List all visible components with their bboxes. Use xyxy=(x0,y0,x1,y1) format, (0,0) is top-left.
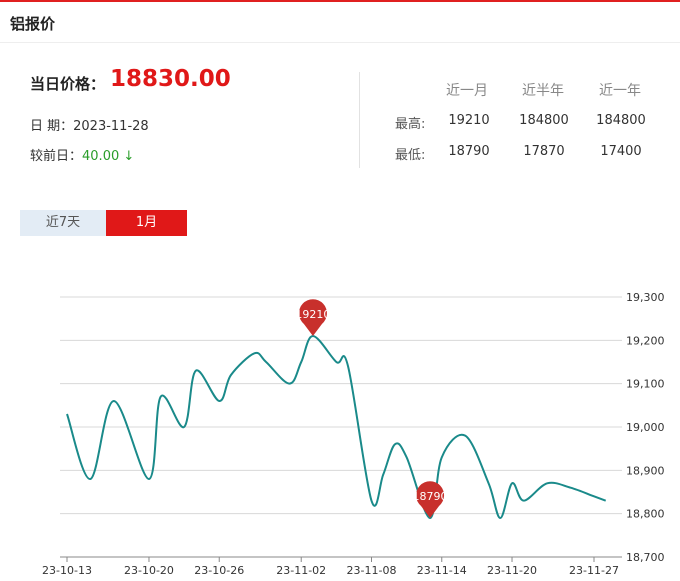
y-tick-label: 18,900 xyxy=(626,464,665,477)
x-tick-label: 23-11-02 xyxy=(276,564,326,577)
y-tick-label: 19,200 xyxy=(626,334,665,347)
y-tick-label: 18,700 xyxy=(626,551,665,564)
y-tick-label: 19,300 xyxy=(626,291,665,304)
price-line-chart: 19,300 19,200 19,100 19,000 18,900 18,800 18,7… xyxy=(42,291,665,577)
y-tick-label: 19,000 xyxy=(626,421,665,434)
y-tick-label: 18,800 xyxy=(626,508,665,521)
x-tick-label: 23-11-27 xyxy=(569,564,619,577)
x-tick-label: 23-11-20 xyxy=(487,564,537,577)
x-tick-label: 23-10-20 xyxy=(124,564,174,577)
min-marker-label: 18790 xyxy=(413,490,448,503)
x-tick-label: 23-10-13 xyxy=(42,564,92,577)
x-tick-label: 23-10-26 xyxy=(194,564,244,577)
max-marker-label: 19210 xyxy=(295,308,330,321)
x-tick-label: 23-11-14 xyxy=(417,564,467,577)
x-tick-label: 23-11-08 xyxy=(347,564,397,577)
y-tick-label: 19,100 xyxy=(626,378,665,391)
